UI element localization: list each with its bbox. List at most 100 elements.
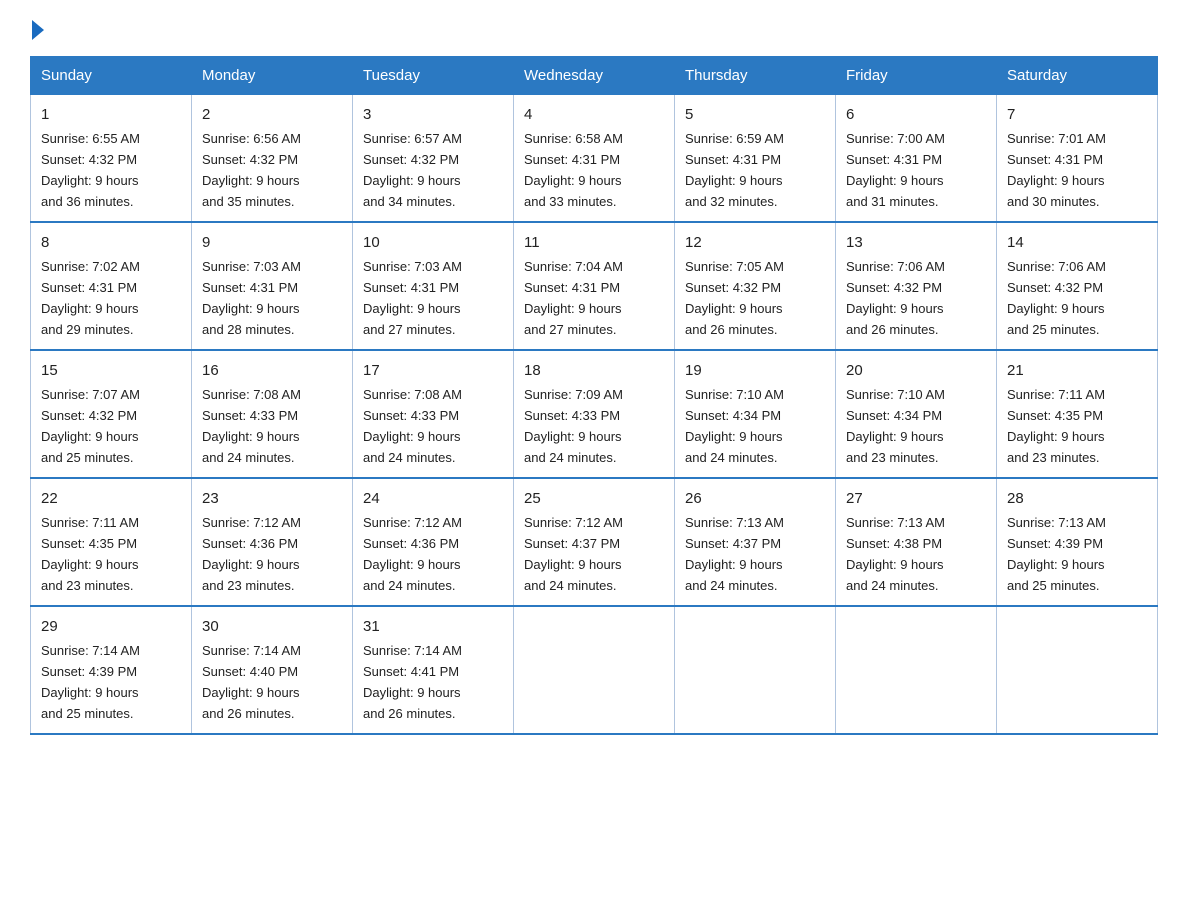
header-cell-friday: Friday (836, 57, 997, 95)
day-number: 11 (524, 231, 664, 254)
calendar-cell: 16 Sunrise: 7:08 AMSunset: 4:33 PMDayligh… (192, 350, 353, 478)
calendar-cell: 8 Sunrise: 7:02 AMSunset: 4:31 PMDaylight… (31, 222, 192, 350)
calendar-week-2: 8 Sunrise: 7:02 AMSunset: 4:31 PMDaylight… (31, 222, 1158, 350)
calendar-cell: 25Sunrise: 7:12 AMSunset: 4:37 PMDayligh… (514, 478, 675, 606)
logo-triangle-icon (32, 20, 44, 40)
calendar-cell (997, 606, 1158, 734)
day-number: 25 (524, 487, 664, 510)
day-number: 9 (202, 231, 342, 254)
calendar-cell: 2 Sunrise: 6:56 AMSunset: 4:32 PMDaylight… (192, 95, 353, 222)
calendar-cell: 20 Sunrise: 7:10 AMSunset: 4:34 PMDayligh… (836, 350, 997, 478)
calendar-cell (675, 606, 836, 734)
header-cell-saturday: Saturday (997, 57, 1158, 95)
day-number: 6 (846, 103, 986, 126)
calendar-cell: 11 Sunrise: 7:04 AMSunset: 4:31 PMDayligh… (514, 222, 675, 350)
day-info: Sunrise: 7:14 AMSunset: 4:39 PMDaylight:… (41, 643, 140, 721)
header-cell-tuesday: Tuesday (353, 57, 514, 95)
day-number: 27 (846, 487, 986, 510)
calendar-week-3: 15 Sunrise: 7:07 AMSunset: 4:32 PMDayligh… (31, 350, 1158, 478)
day-info: Sunrise: 7:12 AMSunset: 4:36 PMDaylight:… (363, 515, 462, 593)
calendar-cell: 14Sunrise: 7:06 AMSunset: 4:32 PMDayligh… (997, 222, 1158, 350)
calendar-cell: 23Sunrise: 7:12 AMSunset: 4:36 PMDayligh… (192, 478, 353, 606)
header-cell-thursday: Thursday (675, 57, 836, 95)
day-number: 10 (363, 231, 503, 254)
day-info: Sunrise: 7:10 AMSunset: 4:34 PMDaylight:… (685, 387, 784, 465)
header-cell-monday: Monday (192, 57, 353, 95)
day-info: Sunrise: 7:09 AMSunset: 4:33 PMDaylight:… (524, 387, 623, 465)
day-info: Sunrise: 7:10 AMSunset: 4:34 PMDaylight:… (846, 387, 945, 465)
day-number: 28 (1007, 487, 1147, 510)
calendar-cell: 4 Sunrise: 6:58 AMSunset: 4:31 PMDaylight… (514, 95, 675, 222)
day-info: Sunrise: 7:11 AMSunset: 4:35 PMDaylight:… (1007, 387, 1105, 465)
day-number: 5 (685, 103, 825, 126)
calendar-week-5: 29 Sunrise: 7:14 AMSunset: 4:39 PMDayligh… (31, 606, 1158, 734)
calendar-cell: 6 Sunrise: 7:00 AMSunset: 4:31 PMDaylight… (836, 95, 997, 222)
calendar-cell: 12 Sunrise: 7:05 AMSunset: 4:32 PMDayligh… (675, 222, 836, 350)
calendar-cell: 26 Sunrise: 7:13 AMSunset: 4:37 PMDayligh… (675, 478, 836, 606)
day-number: 29 (41, 615, 181, 638)
day-info: Sunrise: 7:13 AMSunset: 4:38 PMDaylight:… (846, 515, 945, 593)
day-number: 4 (524, 103, 664, 126)
calendar-cell (514, 606, 675, 734)
day-info: Sunrise: 7:07 AMSunset: 4:32 PMDaylight:… (41, 387, 140, 465)
calendar-cell: 30Sunrise: 7:14 AMSunset: 4:40 PMDayligh… (192, 606, 353, 734)
day-number: 20 (846, 359, 986, 382)
calendar-cell: 18Sunrise: 7:09 AMSunset: 4:33 PMDayligh… (514, 350, 675, 478)
calendar-cell: 13 Sunrise: 7:06 AMSunset: 4:32 PMDayligh… (836, 222, 997, 350)
calendar-cell (836, 606, 997, 734)
day-info: Sunrise: 7:03 AMSunset: 4:31 PMDaylight:… (202, 259, 301, 337)
page-header (30, 20, 1158, 38)
day-info: Sunrise: 7:11 AMSunset: 4:35 PMDaylight:… (41, 515, 139, 593)
day-number: 15 (41, 359, 181, 382)
day-info: Sunrise: 7:06 AMSunset: 4:32 PMDaylight:… (846, 259, 945, 337)
header-row: SundayMondayTuesdayWednesdayThursdayFrid… (31, 57, 1158, 95)
day-info: Sunrise: 7:01 AMSunset: 4:31 PMDaylight:… (1007, 131, 1106, 209)
day-info: Sunrise: 7:03 AMSunset: 4:31 PMDaylight:… (363, 259, 462, 337)
day-info: Sunrise: 7:02 AMSunset: 4:31 PMDaylight:… (41, 259, 140, 337)
day-info: Sunrise: 6:57 AMSunset: 4:32 PMDaylight:… (363, 131, 462, 209)
day-number: 13 (846, 231, 986, 254)
day-info: Sunrise: 7:04 AMSunset: 4:31 PMDaylight:… (524, 259, 623, 337)
day-number: 17 (363, 359, 503, 382)
calendar-cell: 21 Sunrise: 7:11 AMSunset: 4:35 PMDayligh… (997, 350, 1158, 478)
day-number: 16 (202, 359, 342, 382)
day-number: 26 (685, 487, 825, 510)
day-number: 2 (202, 103, 342, 126)
calendar-cell: 27 Sunrise: 7:13 AMSunset: 4:38 PMDayligh… (836, 478, 997, 606)
day-info: Sunrise: 7:13 AMSunset: 4:37 PMDaylight:… (685, 515, 784, 593)
calendar-cell: 1 Sunrise: 6:55 AMSunset: 4:32 PMDaylight… (31, 95, 192, 222)
calendar-cell: 22Sunrise: 7:11 AMSunset: 4:35 PMDayligh… (31, 478, 192, 606)
day-info: Sunrise: 6:56 AMSunset: 4:32 PMDaylight:… (202, 131, 301, 209)
calendar-week-1: 1 Sunrise: 6:55 AMSunset: 4:32 PMDaylight… (31, 95, 1158, 222)
day-number: 1 (41, 103, 181, 126)
calendar-cell: 28 Sunrise: 7:13 AMSunset: 4:39 PMDayligh… (997, 478, 1158, 606)
calendar-cell: 31 Sunrise: 7:14 AMSunset: 4:41 PMDayligh… (353, 606, 514, 734)
day-number: 21 (1007, 359, 1147, 382)
day-info: Sunrise: 7:00 AMSunset: 4:31 PMDaylight:… (846, 131, 945, 209)
day-info: Sunrise: 6:59 AMSunset: 4:31 PMDaylight:… (685, 131, 784, 209)
calendar-cell: 17 Sunrise: 7:08 AMSunset: 4:33 PMDayligh… (353, 350, 514, 478)
logo (30, 20, 46, 38)
day-info: Sunrise: 7:05 AMSunset: 4:32 PMDaylight:… (685, 259, 784, 337)
day-info: Sunrise: 7:13 AMSunset: 4:39 PMDaylight:… (1007, 515, 1106, 593)
day-info: Sunrise: 7:06 AMSunset: 4:32 PMDaylight:… (1007, 259, 1106, 337)
calendar-cell: 10 Sunrise: 7:03 AMSunset: 4:31 PMDayligh… (353, 222, 514, 350)
day-number: 31 (363, 615, 503, 638)
day-info: Sunrise: 7:08 AMSunset: 4:33 PMDaylight:… (202, 387, 301, 465)
day-info: Sunrise: 7:08 AMSunset: 4:33 PMDaylight:… (363, 387, 462, 465)
calendar-header: SundayMondayTuesdayWednesdayThursdayFrid… (31, 57, 1158, 95)
day-info: Sunrise: 6:58 AMSunset: 4:31 PMDaylight:… (524, 131, 623, 209)
calendar-cell: 3Sunrise: 6:57 AMSunset: 4:32 PMDaylight… (353, 95, 514, 222)
day-info: Sunrise: 6:55 AMSunset: 4:32 PMDaylight:… (41, 131, 140, 209)
calendar-cell: 9 Sunrise: 7:03 AMSunset: 4:31 PMDaylight… (192, 222, 353, 350)
calendar-cell: 7 Sunrise: 7:01 AMSunset: 4:31 PMDaylight… (997, 95, 1158, 222)
day-info: Sunrise: 7:14 AMSunset: 4:41 PMDaylight:… (363, 643, 462, 721)
calendar-body: 1 Sunrise: 6:55 AMSunset: 4:32 PMDaylight… (31, 95, 1158, 734)
day-number: 7 (1007, 103, 1147, 126)
calendar-cell: 5 Sunrise: 6:59 AMSunset: 4:31 PMDaylight… (675, 95, 836, 222)
calendar-cell: 24Sunrise: 7:12 AMSunset: 4:36 PMDayligh… (353, 478, 514, 606)
day-number: 12 (685, 231, 825, 254)
day-number: 8 (41, 231, 181, 254)
header-cell-wednesday: Wednesday (514, 57, 675, 95)
day-info: Sunrise: 7:14 AMSunset: 4:40 PMDaylight:… (202, 643, 301, 721)
